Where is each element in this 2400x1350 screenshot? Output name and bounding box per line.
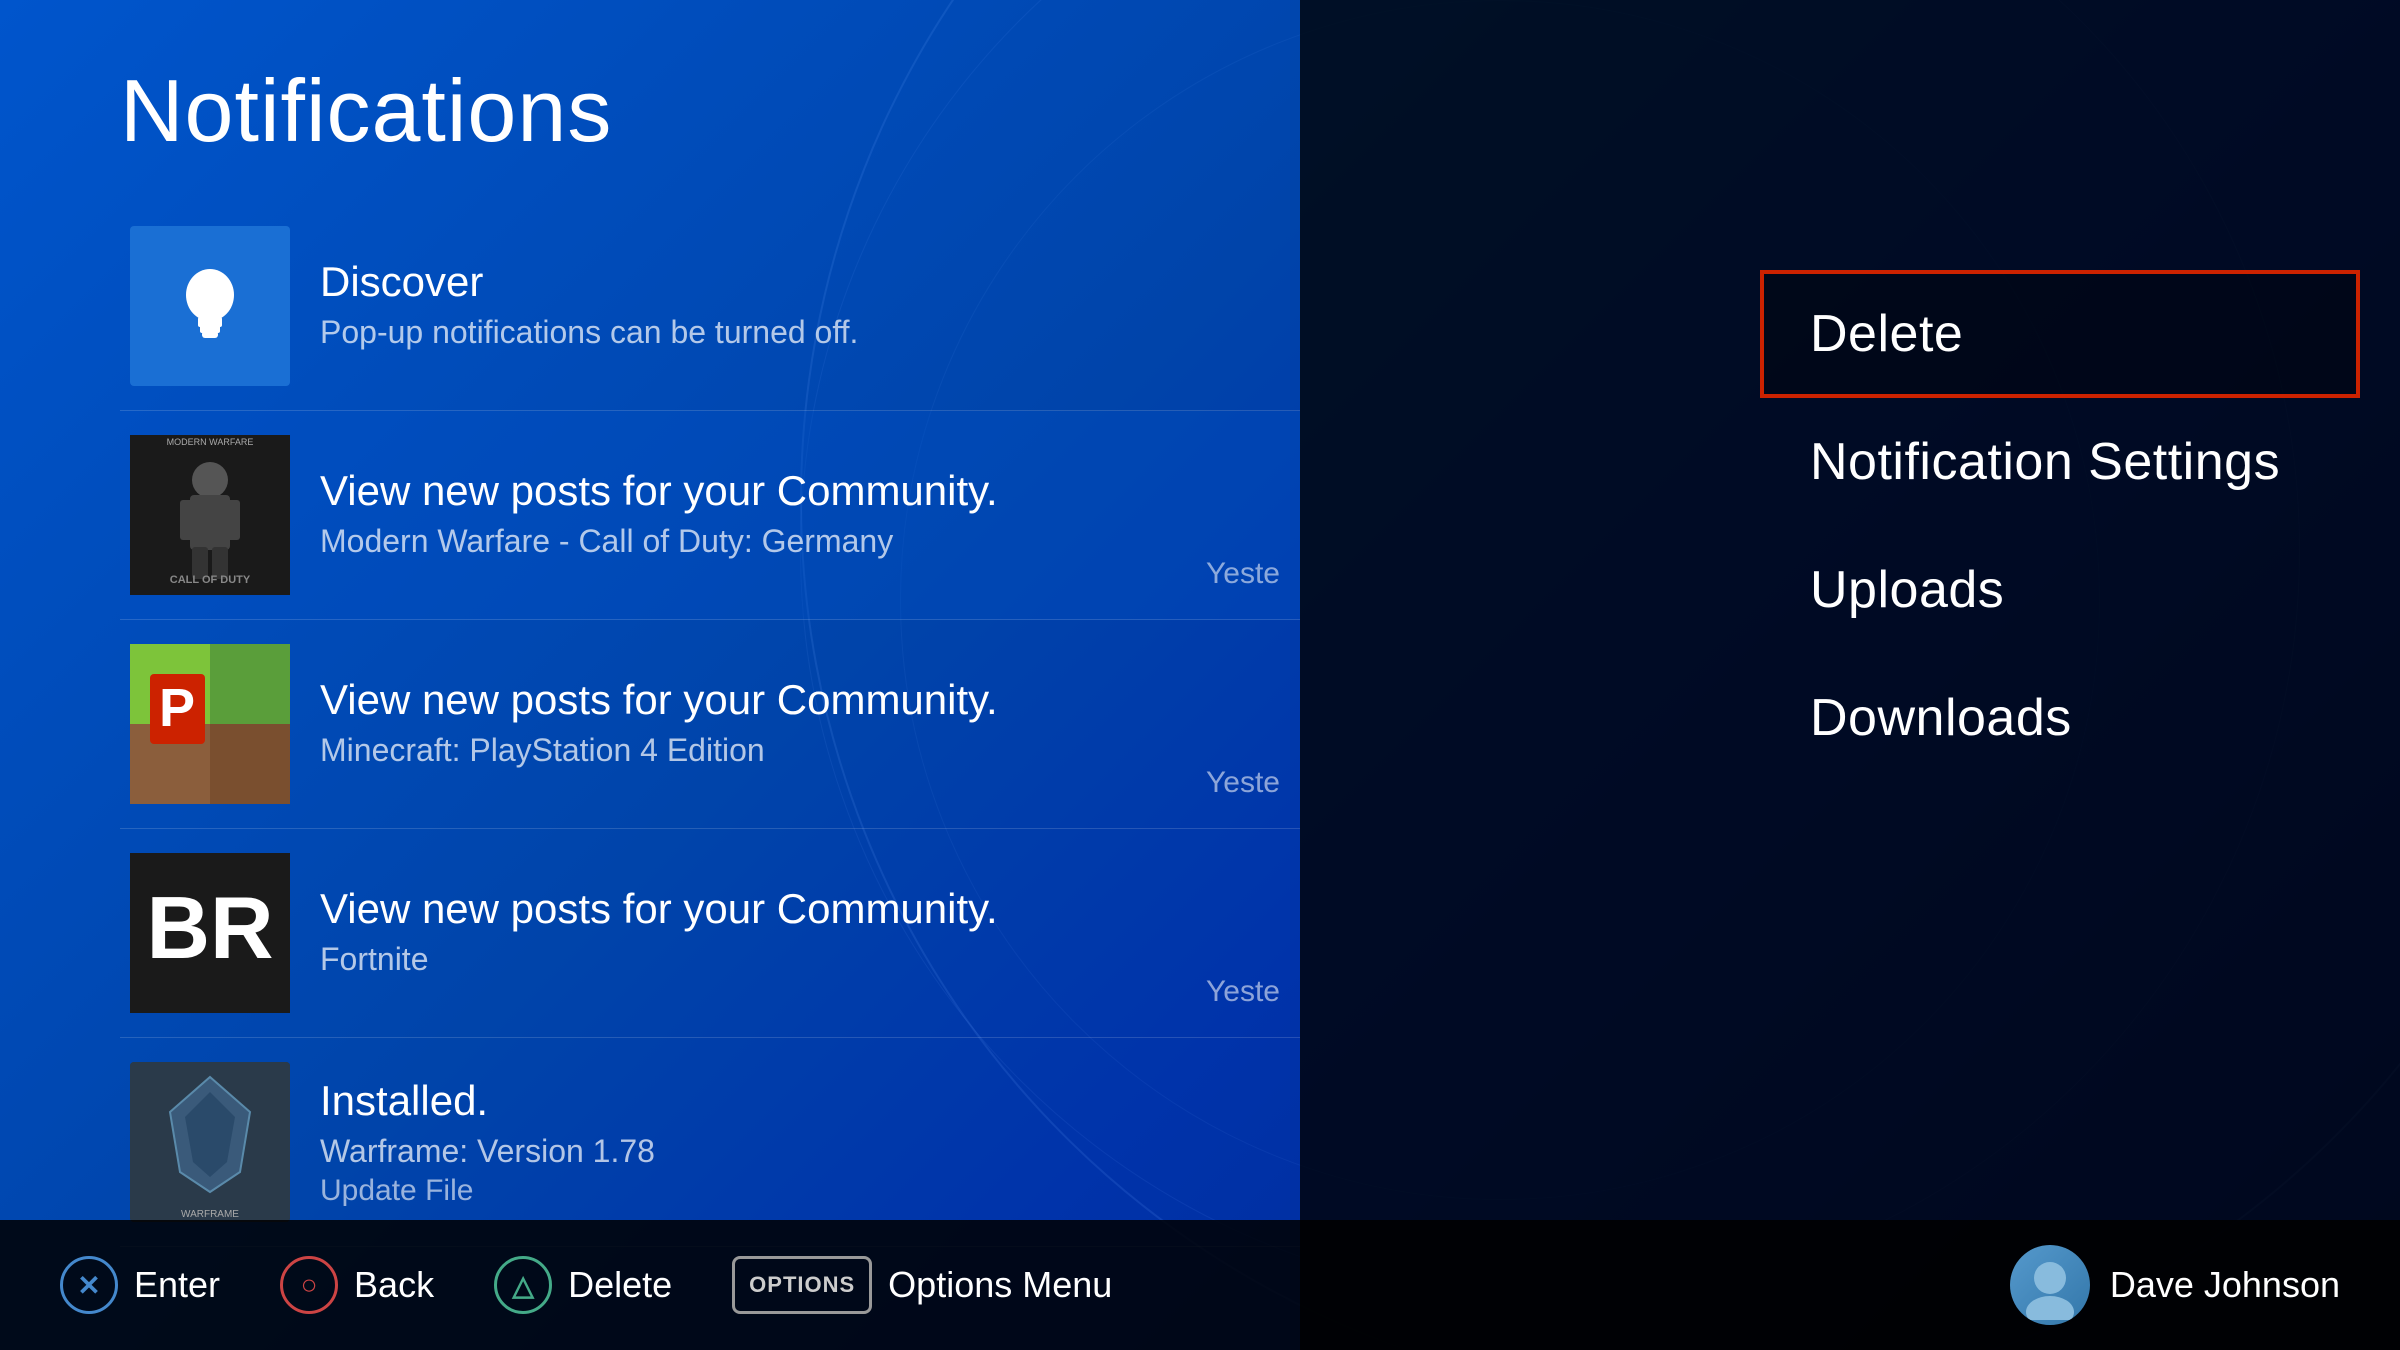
- warframe-art-icon: WARFRAME: [130, 1062, 290, 1222]
- notif-icon-fortnite: BR: [130, 853, 290, 1013]
- notif-detail-warframe: Update File: [320, 1174, 1280, 1208]
- notif-item-warframe[interactable]: WARFRAME Installed. Warframe: Version 1.…: [120, 1038, 1300, 1247]
- cod-art-icon: CALL OF DUTY MODERN WARFARE: [130, 435, 290, 595]
- svg-text:MODERN WARFARE: MODERN WARFARE: [167, 437, 254, 447]
- context-menu-uploads[interactable]: Uploads: [1760, 526, 2360, 654]
- br-art-icon: BR: [130, 853, 290, 1013]
- main-content: Notifications Discover Pop-up notificati…: [0, 0, 1300, 1270]
- notif-text-minecraft: View new posts for your Community. Minec…: [320, 676, 1280, 773]
- notif-time-fortnite: Yeste: [1206, 975, 1280, 1009]
- notif-text-fortnite: View new posts for your Community. Fortn…: [320, 885, 1280, 982]
- notif-text-warframe: Installed. Warframe: Version 1.78 Update…: [320, 1077, 1280, 1208]
- options-button-icon: OPTIONS: [732, 1256, 872, 1314]
- user-avatar: [2010, 1245, 2090, 1325]
- circle-button-icon: ○: [280, 1256, 338, 1314]
- avatar-icon: [2015, 1250, 2085, 1320]
- notif-title-cod: View new posts for your Community.: [320, 467, 1280, 515]
- notif-text-discover: Discover Pop-up notifications can be tur…: [320, 258, 1280, 355]
- notif-title-minecraft: View new posts for your Community.: [320, 676, 1280, 724]
- back-label: Back: [354, 1264, 434, 1306]
- notif-subtitle-fortnite: Fortnite: [320, 941, 1280, 978]
- notif-title-warframe: Installed.: [320, 1077, 1280, 1125]
- notif-icon-warframe: WARFRAME: [130, 1062, 290, 1222]
- notif-time-cod: Yeste: [1206, 557, 1280, 591]
- notif-icon-cod: CALL OF DUTY MODERN WARFARE: [130, 435, 290, 595]
- notif-item-minecraft[interactable]: P View new posts for your Community. Min…: [120, 620, 1300, 829]
- enter-label: Enter: [134, 1264, 220, 1306]
- warframe-icon-bg: WARFRAME: [130, 1062, 290, 1222]
- notif-title-fortnite: View new posts for your Community.: [320, 885, 1280, 933]
- cod-icon-bg: CALL OF DUTY MODERN WARFARE: [130, 435, 290, 595]
- notification-list: Discover Pop-up notifications can be tur…: [120, 202, 1300, 1247]
- notif-text-cod: View new posts for your Community. Moder…: [320, 467, 1280, 564]
- fortnite-icon-bg: BR: [130, 853, 290, 1013]
- notif-item-cod[interactable]: CALL OF DUTY MODERN WARFARE View new pos…: [120, 411, 1300, 620]
- delete-label: Delete: [568, 1264, 672, 1306]
- control-options: OPTIONS Options Menu: [732, 1256, 1112, 1314]
- discover-icon-bg: [130, 226, 290, 386]
- svg-text:BR: BR: [146, 878, 273, 977]
- control-enter: ✕ Enter: [60, 1256, 220, 1314]
- notif-icon-minecraft: P: [130, 644, 290, 804]
- svg-text:CALL OF DUTY: CALL OF DUTY: [170, 574, 251, 586]
- notif-icon-discover: [130, 226, 290, 386]
- bottom-bar: ✕ Enter ○ Back △ Delete OPTIONS Options …: [0, 1220, 2400, 1350]
- options-label: Options Menu: [888, 1264, 1112, 1306]
- notif-title-discover: Discover: [320, 258, 1280, 306]
- svg-text:P: P: [159, 678, 195, 738]
- notif-subtitle-discover: Pop-up notifications can be turned off.: [320, 314, 1280, 351]
- notif-subtitle-cod: Modern Warfare - Call of Duty: Germany: [320, 523, 1280, 560]
- lightbulb-icon: [170, 261, 250, 351]
- notif-item-discover[interactable]: Discover Pop-up notifications can be tur…: [120, 202, 1300, 411]
- context-menu-delete[interactable]: Delete: [1760, 270, 2360, 398]
- notif-time-minecraft: Yeste: [1206, 766, 1280, 800]
- context-menu: Delete Notification Settings Uploads Dow…: [1760, 270, 2360, 782]
- minecraft-art-icon: P: [130, 644, 290, 804]
- page-title: Notifications: [120, 60, 1300, 162]
- triangle-button-icon: △: [494, 1256, 552, 1314]
- x-button-icon: ✕: [60, 1256, 118, 1314]
- svg-text:WARFRAME: WARFRAME: [181, 1209, 239, 1220]
- user-name-label: Dave Johnson: [2110, 1264, 2340, 1306]
- notif-subtitle-warframe: Warframe: Version 1.78: [320, 1133, 1280, 1170]
- notif-item-fortnite[interactable]: BR View new posts for your Community. Fo…: [120, 829, 1300, 1038]
- control-back: ○ Back: [280, 1256, 434, 1314]
- notif-subtitle-minecraft: Minecraft: PlayStation 4 Edition: [320, 732, 1280, 769]
- user-area: Dave Johnson: [2010, 1245, 2340, 1325]
- control-delete: △ Delete: [494, 1256, 672, 1314]
- bottom-controls: ✕ Enter ○ Back △ Delete OPTIONS Options …: [60, 1256, 2010, 1314]
- context-menu-downloads[interactable]: Downloads: [1760, 654, 2360, 782]
- context-menu-notification-settings[interactable]: Notification Settings: [1760, 398, 2360, 526]
